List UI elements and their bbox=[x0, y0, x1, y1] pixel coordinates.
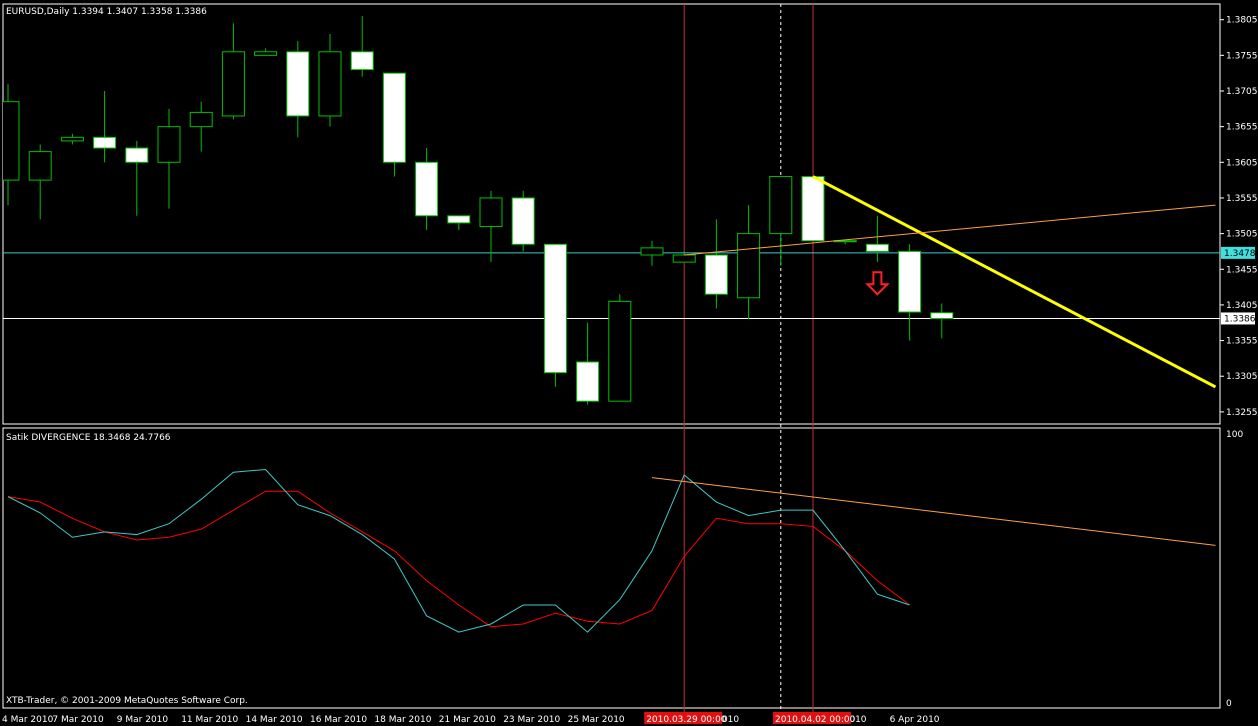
candles-group bbox=[3, 16, 954, 405]
price-tick-label: 1.3405 bbox=[1226, 301, 1258, 311]
price-header: EURUSD,Daily 1.3394 1.3407 1.3358 1.3386 bbox=[6, 7, 207, 17]
time-highlight-label: 2010.04.02 00:00 bbox=[775, 715, 856, 725]
price-tick-label: 1.3305 bbox=[1226, 372, 1258, 382]
chart-window[interactable]: EURUSD,Daily 1.3394 1.3407 1.3358 1.3386… bbox=[0, 0, 1258, 726]
candle-bear[interactable] bbox=[543, 243, 567, 374]
time-axis-label: 11 Mar 2010 bbox=[181, 715, 238, 725]
bid-price-tag-label: 1.3478 bbox=[1224, 249, 1256, 259]
indicator-bottom-label: 0 bbox=[1226, 699, 1232, 709]
copyright-text: XTB-Trader, © 2001-2009 MetaQuotes Softw… bbox=[6, 696, 248, 706]
price-tick-label: 1.3605 bbox=[1226, 158, 1258, 168]
candle-bull[interactable] bbox=[157, 126, 181, 163]
candle-bear[interactable] bbox=[415, 161, 439, 217]
candle-bear[interactable] bbox=[930, 312, 954, 319]
candle-bull[interactable] bbox=[769, 176, 793, 235]
price-tick-label: 1.3255 bbox=[1226, 408, 1258, 418]
candle-bull[interactable] bbox=[608, 300, 632, 402]
candle-bull[interactable] bbox=[640, 247, 664, 256]
candle-bull[interactable] bbox=[672, 254, 696, 263]
candle-bear[interactable] bbox=[704, 254, 728, 295]
candle-bear[interactable] bbox=[801, 176, 825, 242]
price-tick-label: 1.3755 bbox=[1226, 51, 1258, 61]
indicator-header: Satik DIVERGENCE 18.3468 24.7766 bbox=[6, 433, 171, 443]
time-axis-label: 9 Mar 2010 bbox=[117, 715, 169, 725]
time-axis-label: 7 Mar 2010 bbox=[52, 715, 104, 725]
candle-bear[interactable] bbox=[93, 136, 117, 149]
candle-bear[interactable] bbox=[125, 147, 149, 163]
price-tick-label: 1.3805 bbox=[1226, 16, 1258, 26]
price-tick-label: 1.3355 bbox=[1226, 337, 1258, 347]
price-tick-label: 1.3505 bbox=[1226, 230, 1258, 240]
time-axis-label: 21 Mar 2010 bbox=[439, 715, 496, 725]
candle-bear[interactable] bbox=[350, 51, 374, 71]
candle-bull[interactable] bbox=[189, 111, 213, 128]
indicator-line-cyan bbox=[7, 469, 910, 633]
close-price-tag-label: 1.3386 bbox=[1224, 314, 1256, 324]
time-axis-label: 23 Mar 2010 bbox=[503, 715, 560, 725]
price-tick-label: 1.3705 bbox=[1226, 87, 1258, 97]
indicator-pane-frame bbox=[2, 427, 1221, 709]
sell-arrow-icon[interactable] bbox=[864, 271, 890, 296]
time-axis-label: 14 Mar 2010 bbox=[246, 715, 303, 725]
price-tick-label: 1.3555 bbox=[1226, 194, 1258, 204]
candle-bull[interactable] bbox=[318, 51, 342, 117]
candle-bear[interactable] bbox=[576, 361, 600, 402]
candle-bear[interactable] bbox=[286, 51, 310, 117]
candle-bear[interactable] bbox=[511, 197, 535, 245]
time-axis-label: 4 Mar 2010 bbox=[2, 715, 54, 725]
candle-bear[interactable] bbox=[382, 72, 406, 163]
candle-bull[interactable] bbox=[221, 51, 245, 117]
time-axis-label: 25 Mar 2010 bbox=[568, 715, 625, 725]
time-highlight-label: 2010.03.29 00:00 bbox=[646, 715, 727, 725]
candle-bull[interactable] bbox=[737, 233, 761, 299]
indicator-top-label: 100 bbox=[1226, 430, 1243, 440]
time-axis-label: 18 Mar 2010 bbox=[374, 715, 431, 725]
candle-bull[interactable] bbox=[60, 136, 84, 142]
candle-bull[interactable] bbox=[479, 197, 503, 227]
price-tick-label: 1.3455 bbox=[1226, 265, 1258, 275]
time-axis-label: 6 Apr 2010 bbox=[890, 715, 940, 725]
candle-bear[interactable] bbox=[898, 250, 922, 313]
time-axis-label: 16 Mar 2010 bbox=[310, 715, 367, 725]
candle-bear[interactable] bbox=[865, 243, 889, 252]
candle-bull[interactable] bbox=[254, 51, 278, 56]
candle-bull[interactable] bbox=[28, 151, 52, 181]
candle-bear[interactable] bbox=[447, 215, 471, 224]
price-tick-label: 1.3655 bbox=[1226, 123, 1258, 133]
indicator-trendline-orange[interactable] bbox=[651, 477, 1216, 546]
